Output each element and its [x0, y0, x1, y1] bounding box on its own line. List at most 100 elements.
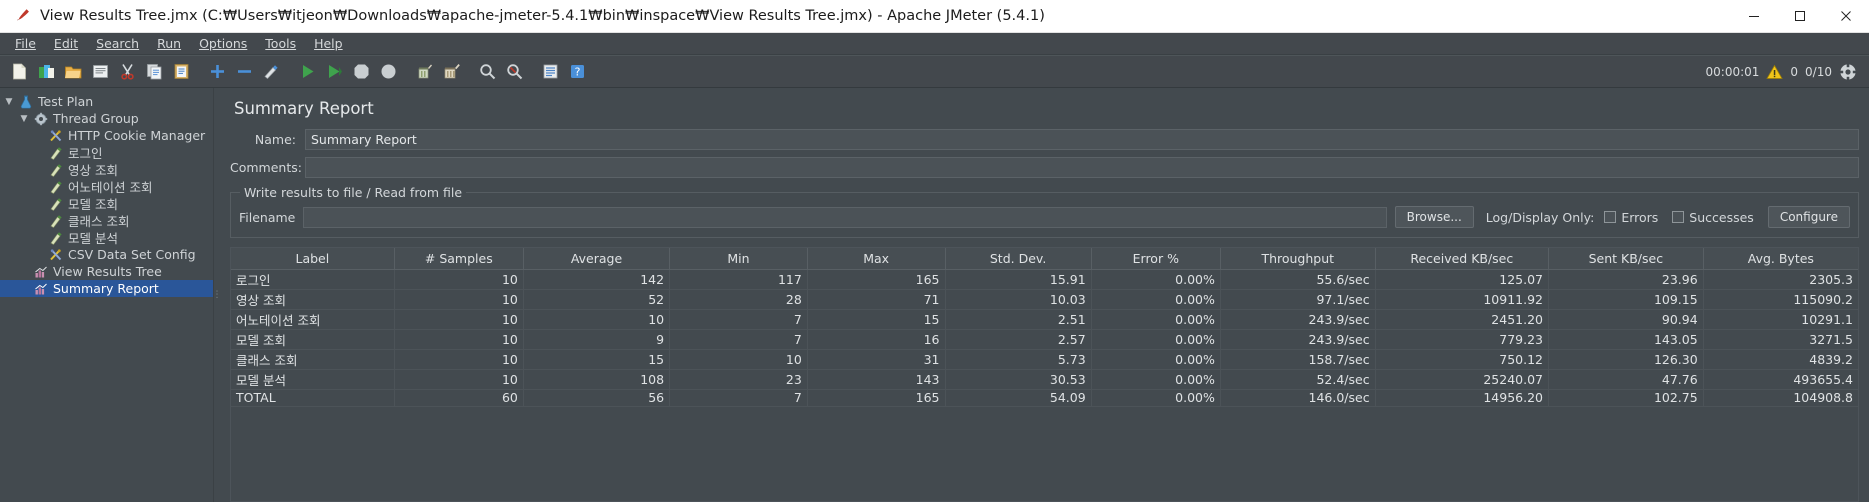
new-test-plan-icon[interactable] [6, 58, 33, 85]
tree-node-model-analysis-sampler[interactable]: 모델 분석 [0, 229, 213, 246]
menu-file[interactable]: File [6, 34, 45, 53]
cell-avgbytes: 2305.3 [1703, 269, 1858, 290]
tree-node-login-sampler[interactable]: 로그인 [0, 144, 213, 161]
cell-stddev: 30.53 [945, 369, 1092, 390]
tree-node-test-plan[interactable]: ▼ Test Plan [0, 93, 213, 110]
help-icon[interactable]: ? [564, 58, 591, 85]
table-row[interactable]: 영상 조회 10 52 28 71 10.03 0.00% 97.1/sec 1… [231, 289, 1858, 310]
cell-received: 10911.92 [1375, 289, 1550, 310]
comments-input[interactable] [305, 157, 1859, 178]
toolbar: ? 00:00:01 0 0/10 [0, 55, 1869, 88]
collapse-all-icon[interactable] [231, 58, 258, 85]
pane-splitter[interactable]: ⋮ [213, 88, 222, 502]
toggle-icon[interactable] [258, 58, 285, 85]
tree-node-model-query-sampler[interactable]: 모델 조회 [0, 195, 213, 212]
column-header-average[interactable]: Average [523, 248, 671, 270]
errors-checkbox-wrap[interactable]: Errors [1604, 210, 1658, 225]
thread-counts: 0/10 [1805, 64, 1832, 79]
clear-all-icon[interactable] [438, 58, 465, 85]
column-header-min[interactable]: Min [669, 248, 808, 270]
menu-help[interactable]: Help [305, 34, 352, 53]
configure-button[interactable]: Configure [1767, 206, 1850, 228]
cell-sent: 102.75 [1548, 389, 1704, 407]
start-no-timers-icon[interactable] [321, 58, 348, 85]
toolbar-separator [465, 58, 474, 85]
results-table: Label # Samples Average Min Max Std. Dev… [231, 248, 1858, 407]
tree-node-thread-group[interactable]: ▼ Thread Group [0, 110, 213, 127]
column-header-received-kb[interactable]: Received KB/sec [1375, 248, 1550, 270]
column-header-samples[interactable]: # Samples [394, 248, 524, 270]
column-header-sent-kb[interactable]: Sent KB/sec [1548, 248, 1704, 270]
copy-icon[interactable] [141, 58, 168, 85]
menu-edit[interactable]: Edit [45, 34, 87, 53]
successes-checkbox-wrap[interactable]: Successes [1672, 210, 1754, 225]
table-row-total[interactable]: TOTAL 60 56 7 165 54.09 0.00% 146.0/sec … [231, 389, 1858, 407]
cell-received: 779.23 [1375, 329, 1550, 350]
cell-average: 9 [523, 329, 671, 350]
column-header-error-pct[interactable]: Error % [1091, 248, 1221, 270]
shutdown-icon[interactable] [375, 58, 402, 85]
jmeter-feather-icon [10, 8, 40, 24]
minimize-button[interactable] [1731, 0, 1777, 33]
open-icon[interactable] [60, 58, 87, 85]
column-header-max[interactable]: Max [807, 248, 946, 270]
chevron-down-icon[interactable]: ▼ [17, 114, 31, 124]
maximize-button[interactable] [1777, 0, 1823, 33]
menu-options[interactable]: Options [190, 34, 256, 53]
filename-input[interactable] [303, 206, 1387, 228]
main-body: ▼ Test Plan ▼ Thread Group HTTP Cookie M… [0, 88, 1869, 502]
cell-max: 71 [807, 289, 946, 310]
browse-button[interactable]: Browse... [1394, 206, 1474, 228]
cell-stddev: 54.09 [945, 389, 1092, 407]
table-row[interactable]: 모델 조회 10 9 7 16 2.57 0.00% 243.9/sec 779… [231, 329, 1858, 350]
config-element-icon [46, 248, 65, 262]
table-row[interactable]: 로그인 10 142 117 165 15.91 0.00% 55.6/sec … [231, 269, 1858, 290]
cell-received: 14956.20 [1375, 389, 1550, 407]
cell-error: 0.00% [1091, 289, 1221, 310]
paste-icon[interactable] [168, 58, 195, 85]
remote-engines-icon[interactable] [1839, 63, 1857, 81]
table-row[interactable]: 클래스 조회 10 15 10 31 5.73 0.00% 158.7/sec … [231, 349, 1858, 370]
warning-triangle-icon[interactable] [1766, 64, 1784, 80]
table-row[interactable]: 모델 분석 10 108 23 143 30.53 0.00% 52.4/sec… [231, 369, 1858, 390]
search-reset-icon[interactable] [501, 58, 528, 85]
tree-node-csv-data-set-config[interactable]: CSV Data Set Config [0, 246, 213, 263]
tree-node-class-query-sampler[interactable]: 클래스 조회 [0, 212, 213, 229]
clear-icon[interactable] [411, 58, 438, 85]
column-header-avg-bytes[interactable]: Avg. Bytes [1703, 248, 1858, 270]
start-icon[interactable] [294, 58, 321, 85]
cell-max: 165 [807, 269, 946, 290]
summary-results-table[interactable]: Label # Samples Average Min Max Std. Dev… [230, 247, 1859, 502]
successes-checkbox[interactable] [1672, 211, 1685, 223]
cell-error: 0.00% [1091, 309, 1221, 330]
write-results-group: Write results to file / Read from file F… [230, 185, 1859, 238]
column-header-throughput[interactable]: Throughput [1220, 248, 1376, 270]
close-button[interactable] [1823, 0, 1869, 33]
name-input[interactable]: Summary Report [305, 129, 1859, 150]
errors-checkbox[interactable] [1604, 211, 1617, 223]
stop-icon[interactable] [348, 58, 375, 85]
tree-node-summary-report[interactable]: Summary Report [0, 280, 213, 297]
test-plan-tree[interactable]: ▼ Test Plan ▼ Thread Group HTTP Cookie M… [0, 88, 213, 502]
tree-node-video-query-sampler[interactable]: 영상 조회 [0, 161, 213, 178]
table-row[interactable]: 어노테이션 조회 10 10 7 15 2.51 0.00% 243.9/sec… [231, 309, 1858, 330]
listener-icon [31, 282, 50, 296]
templates-icon[interactable] [33, 58, 60, 85]
table-body: 로그인 10 142 117 165 15.91 0.00% 55.6/sec … [231, 269, 1858, 407]
search-icon[interactable] [474, 58, 501, 85]
tree-node-view-results-tree[interactable]: View Results Tree [0, 263, 213, 280]
tree-node-http-cookie-manager[interactable]: HTTP Cookie Manager [0, 127, 213, 144]
column-header-stddev[interactable]: Std. Dev. [945, 248, 1092, 270]
function-helper-icon[interactable] [537, 58, 564, 85]
save-icon[interactable] [87, 58, 114, 85]
cut-icon[interactable] [114, 58, 141, 85]
chevron-down-icon[interactable]: ▼ [2, 97, 16, 107]
expand-all-icon[interactable] [204, 58, 231, 85]
cell-avgbytes: 104908.8 [1703, 389, 1858, 407]
menu-search[interactable]: Search [87, 34, 148, 53]
tree-node-annotation-query-sampler[interactable]: 어노테이션 조회 [0, 178, 213, 195]
column-header-label[interactable]: Label [231, 248, 395, 270]
http-sampler-icon [46, 214, 65, 228]
menu-run[interactable]: Run [148, 34, 190, 53]
menu-tools[interactable]: Tools [256, 34, 305, 53]
